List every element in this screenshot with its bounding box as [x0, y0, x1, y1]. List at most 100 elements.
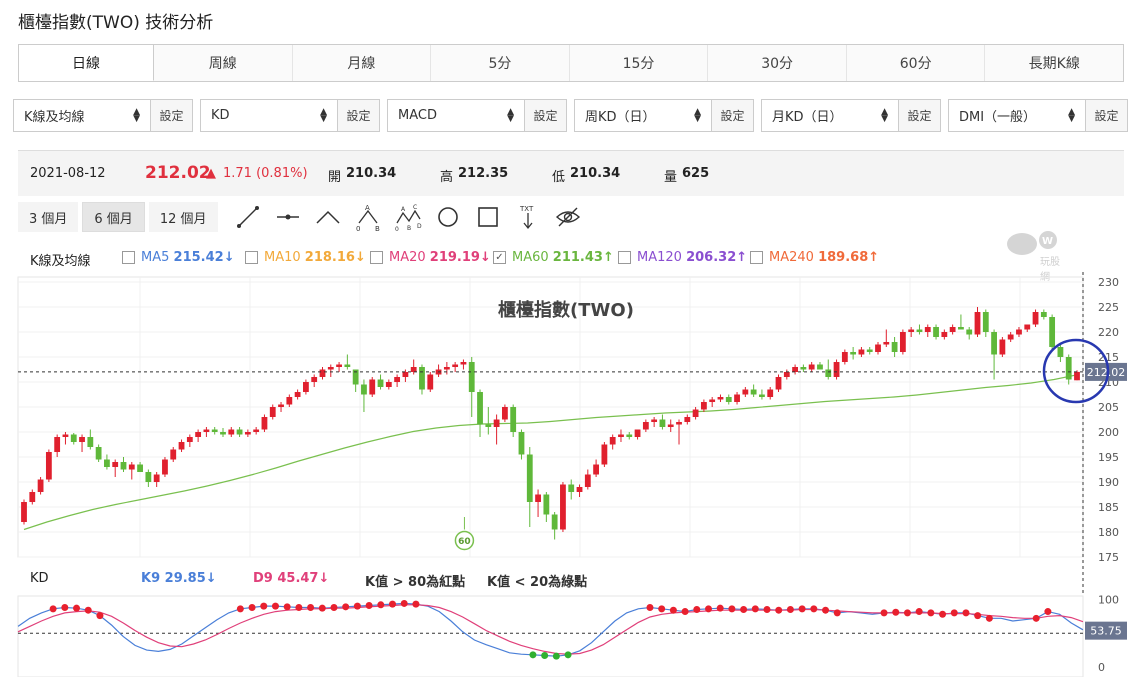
kd-red-dot: [716, 604, 724, 612]
kd-red-dot: [763, 606, 771, 614]
kd-red-dot: [786, 606, 794, 614]
candle-body: [253, 429, 260, 432]
kd-red-dot: [728, 605, 736, 613]
candle-body: [170, 449, 177, 460]
candle-body: [825, 369, 832, 377]
kd-red-dot: [939, 610, 947, 618]
kd-green-dot: [541, 652, 549, 660]
candle-body: [717, 397, 724, 400]
candle-body: [385, 382, 392, 387]
candle-body: [875, 344, 881, 352]
candle-body: [526, 454, 533, 502]
kd-red-dot: [389, 600, 397, 608]
candle-body: [269, 407, 276, 417]
candle-body: [1007, 334, 1014, 340]
candle-body: [37, 479, 44, 492]
kd-tick-label: 0: [1098, 661, 1105, 674]
kd-red-dot: [669, 606, 677, 614]
candle-body: [742, 389, 749, 395]
candle-body: [104, 459, 110, 467]
candle-body: [493, 419, 500, 427]
candle-body: [941, 332, 948, 337]
candle-body: [543, 494, 550, 515]
candle-body: [344, 364, 351, 367]
kd-red-dot: [903, 609, 911, 617]
candle-body: [278, 404, 284, 407]
candle-body: [79, 437, 85, 442]
candle-body: [991, 332, 997, 355]
candle-body: [460, 362, 467, 365]
candle-body: [667, 424, 674, 427]
candle-body: [808, 364, 815, 370]
candle-body: [651, 419, 658, 422]
y-tick-label: 185: [1098, 501, 1119, 514]
kd-legend-label: KD: [30, 571, 49, 586]
candle-body: [1065, 357, 1072, 380]
candle-body: [419, 367, 425, 390]
ma60-line: [23, 374, 1078, 531]
chart-title: 櫃檯指數(TWO): [498, 299, 634, 321]
candle-body: [709, 399, 716, 402]
candle-body: [883, 342, 890, 345]
candle-body: [966, 329, 973, 335]
kd-red-dot: [412, 600, 420, 608]
kd-green-dot: [529, 651, 537, 659]
candle-body: [128, 464, 135, 470]
candle-body: [153, 474, 160, 482]
candle-body: [62, 434, 69, 437]
candle-body: [759, 394, 765, 397]
candle-body: [767, 389, 774, 397]
candle-body: [933, 327, 939, 337]
candle-body: [485, 424, 492, 427]
candle-body: [750, 389, 757, 395]
kd-red-dot: [236, 605, 244, 613]
candle-body: [833, 362, 840, 377]
candle-body: [45, 452, 52, 480]
kd-red-dot: [751, 605, 759, 613]
candle-body: [402, 372, 409, 377]
ma60-marker-label: 60: [458, 537, 471, 547]
candle-body: [468, 362, 475, 392]
kd-red-dot: [833, 609, 841, 617]
candle-body: [1016, 329, 1022, 335]
kd-red-dot: [646, 603, 654, 611]
candle-body: [676, 422, 682, 425]
candle-body: [593, 464, 600, 475]
candle-body: [560, 484, 566, 530]
kd-red-dot: [810, 605, 818, 613]
kd-red-dot: [49, 605, 57, 613]
candle-body: [700, 402, 707, 410]
candle-body: [21, 502, 27, 522]
kd-red-dot: [693, 606, 701, 614]
candle-body: [261, 417, 268, 430]
kd-red-dot: [318, 604, 326, 612]
candle-body: [29, 492, 36, 502]
candle-body: [659, 419, 666, 427]
kd-red-dot: [307, 603, 315, 611]
candle-body: [775, 377, 782, 390]
candle-body: [551, 514, 558, 530]
candle-body: [692, 409, 699, 417]
candle-body: [1032, 312, 1039, 325]
candle-body: [294, 392, 301, 397]
kd-green-dot-note: K值 < 20為綠點: [487, 575, 588, 590]
candle-body: [866, 349, 873, 352]
y-tick-label: 180: [1098, 526, 1119, 539]
candle-body: [800, 367, 807, 370]
candle-body: [958, 327, 964, 330]
kd-line-K9: [17, 602, 1084, 657]
candle-body: [982, 312, 989, 332]
candle-body: [1057, 347, 1064, 357]
kd-red-dot: [927, 609, 935, 617]
kd-red-dot: [681, 608, 689, 616]
candle-body: [783, 372, 790, 377]
kd-tick-label: 100: [1098, 593, 1119, 606]
kd-red-dot: [283, 603, 291, 611]
kd-red-dot: [365, 601, 373, 609]
candle-body: [1024, 324, 1031, 330]
kd-red-dot: [1044, 608, 1052, 616]
kd-red-dot: [740, 606, 748, 614]
candle-body: [601, 444, 608, 465]
kd-red-dot-note: K值 > 80為紅點: [365, 575, 466, 590]
candle-body: [734, 394, 740, 402]
